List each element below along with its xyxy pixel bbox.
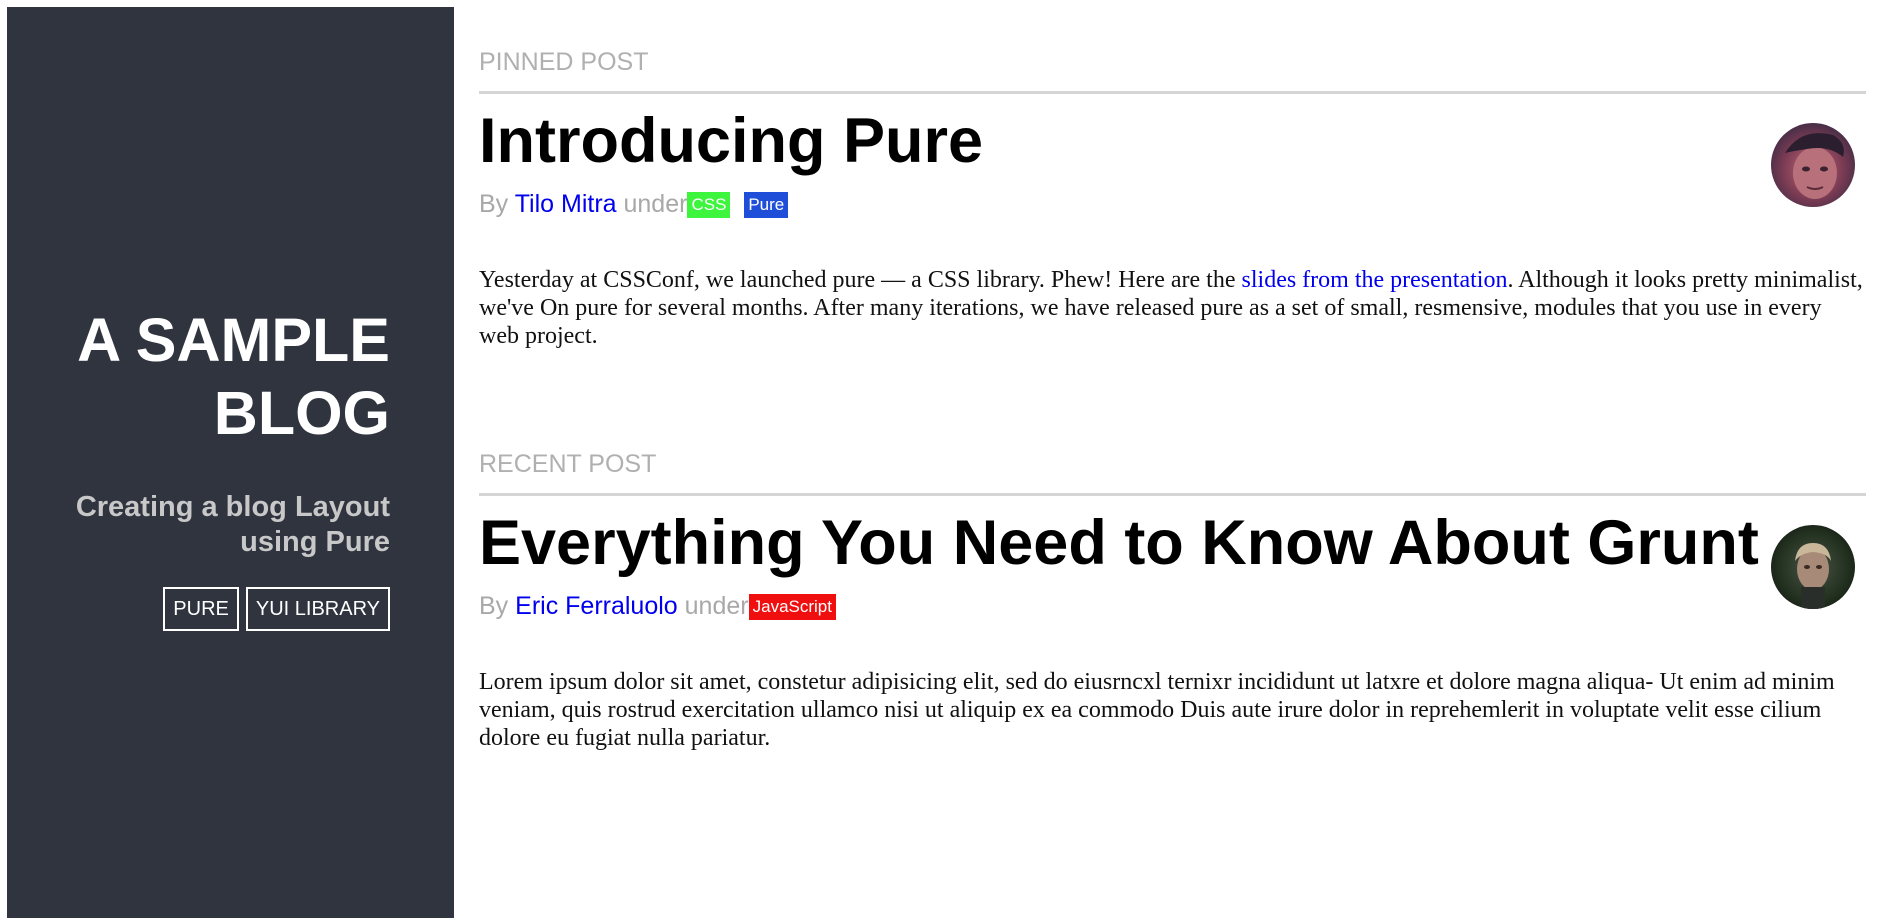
post-meta-under: under: [684, 592, 749, 620]
post-meta: By Eric Ferraluolo under JavaScript: [479, 591, 1866, 621]
author-avatar: [1771, 123, 1855, 207]
main-content: Pinned Post: [479, 0, 1866, 918]
pinned-section: Pinned Post: [479, 47, 1866, 350]
post-title: Everything You Need to Know About Grunt: [479, 508, 1759, 578]
post-author-link[interactable]: Tilo Mitra: [515, 190, 617, 218]
blog-tagline: Creating a blog Layout using Pure: [75, 491, 390, 558]
post-author-link[interactable]: Eric Ferraluolo: [515, 592, 678, 620]
post-body: Lorem ipsum dolor sit amet, constetur ad…: [479, 669, 1835, 751]
post-body: Yesterday at CSSConf, we launched pure —…: [479, 266, 1866, 350]
nav-link-yui-library[interactable]: YUI Library: [245, 587, 390, 631]
avatar-image: [1771, 525, 1855, 609]
sidebar: A Sample Blog Creating a blog Layout usi…: [7, 7, 454, 918]
author-avatar: [1771, 525, 1855, 609]
post-description: Lorem ipsum dolor sit amet, constetur ad…: [479, 668, 1866, 752]
post-title: Introducing Pure: [479, 106, 983, 176]
post-meta: By Tilo Mitra under CSS Pure: [479, 189, 1866, 219]
recent-section: Recent Post: [479, 449, 1866, 752]
tag-javascript[interactable]: JavaScript: [748, 594, 836, 620]
tag-pure[interactable]: Pure: [744, 192, 789, 218]
post-description: Yesterday at CSSConf, we launched pure —…: [479, 266, 1866, 350]
post-header: Introducing Pure By Tilo Mitra under CSS …: [479, 94, 1866, 219]
blog-title: A Sample Blog: [77, 306, 390, 447]
post-introducing-pure: Introducing Pure By Tilo Mitra under CSS …: [479, 94, 1866, 350]
sidebar-nav: Pure YUI Library: [163, 587, 390, 631]
post-meta-by: By: [479, 190, 509, 218]
post-meta-by: By: [479, 592, 509, 620]
tag-css[interactable]: CSS: [687, 192, 731, 218]
slides-link[interactable]: slides from the presentation: [1242, 267, 1508, 293]
post-grunt: Everything You Need to Know About Grunt …: [479, 496, 1866, 752]
post-header: Everything You Need to Know About Grunt …: [479, 496, 1866, 621]
post-body-text: Yesterday at CSSConf, we launched pure —…: [479, 267, 1242, 293]
avatar-image: [1771, 123, 1855, 207]
post-meta-under: under: [623, 190, 688, 218]
section-heading-recent: Recent Post: [479, 449, 1866, 496]
section-heading-pinned: Pinned Post: [479, 47, 1866, 94]
nav-link-pure[interactable]: Pure: [163, 587, 239, 631]
